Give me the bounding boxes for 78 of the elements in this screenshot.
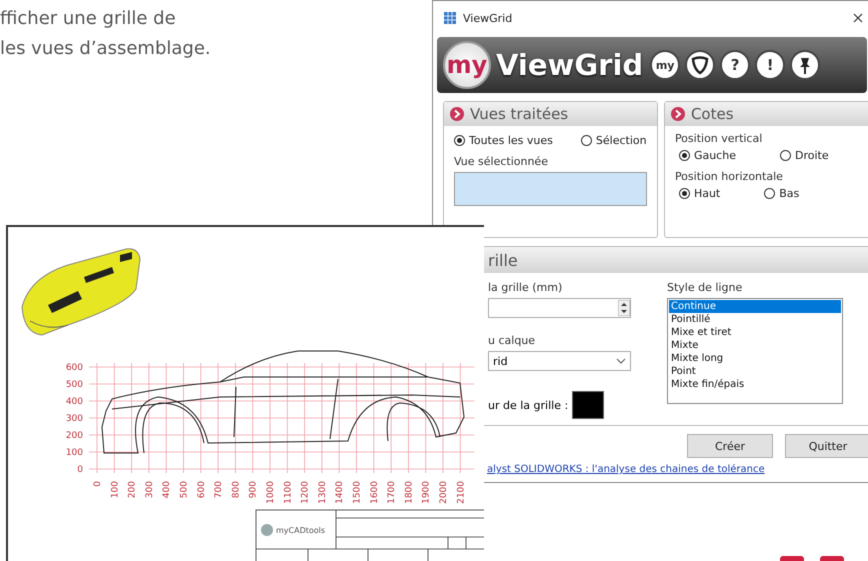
field-label: u calque — [488, 334, 536, 347]
axis-label: 600 — [196, 481, 207, 498]
group-title: rille — [488, 250, 518, 270]
radio-button[interactable]: Sélection — [580, 134, 647, 147]
list-item[interactable]: Mixte — [669, 339, 841, 352]
list-item[interactable]: Pointillé — [669, 313, 841, 326]
list-item[interactable]: Mixte fin/épais — [669, 378, 841, 391]
field-label: Vue sélectionnée — [454, 155, 549, 168]
axis-label: 0 — [93, 481, 103, 487]
axis-label: 200 — [128, 481, 138, 498]
logo-icon — [261, 524, 273, 536]
dropdown[interactable]: rid — [488, 351, 631, 371]
axis-label: 1600 — [370, 481, 380, 504]
axis-label: 600 — [66, 363, 83, 373]
group-title: Cotes — [690, 105, 734, 123]
spin-field[interactable] — [488, 298, 631, 318]
axis-label: 300 — [66, 414, 83, 424]
axis-label: 500 — [66, 380, 83, 390]
axis-label: 800 — [231, 481, 242, 498]
axis-label: 400 — [66, 397, 83, 407]
chevron-down-icon — [616, 358, 626, 364]
dialog-button[interactable]: Créer — [687, 434, 773, 458]
radio-button[interactable]: Gauche — [678, 149, 736, 162]
toolbar-button[interactable]: my — [650, 50, 680, 80]
axis-label: 700 — [214, 481, 224, 498]
link[interactable]: alyst SOLIDWORKS : l'analyse des chaines de tolérance — [487, 464, 868, 475]
radio-button[interactable]: Bas — [764, 187, 800, 200]
axis-label: 1400 — [335, 481, 346, 504]
spin-arrows-icon[interactable] — [618, 300, 630, 316]
axis-label: 1900 — [422, 481, 432, 504]
banner-title: ViewGrid — [496, 48, 644, 82]
axis-label: 0 — [77, 465, 83, 475]
intro-text: fficher une grille de — [0, 7, 177, 31]
logo: my — [443, 41, 491, 89]
list-box[interactable]: Continue Pointillé Mixe et tiret Mixte Mixte long Point Mixte fin/épais — [667, 298, 843, 404]
axis-label: 1100 — [283, 481, 294, 504]
brand-name: myCADtools — [276, 526, 326, 535]
axis-label: 1200 — [300, 481, 311, 504]
list-item[interactable]: Mixte long — [669, 352, 841, 365]
input-field[interactable] — [454, 172, 647, 206]
field-label: Style de ligne — [667, 281, 744, 294]
radio-button[interactable]: Droite — [780, 149, 829, 162]
field-label: ur de la grille : — [488, 398, 568, 412]
radio-button[interactable]: Haut — [678, 187, 720, 200]
axis-label: 2100 — [456, 481, 466, 504]
intro-text: les vues d’assemblage. — [0, 37, 211, 61]
chevron-icon — [670, 107, 685, 121]
field-label: Position horizontale — [674, 170, 784, 183]
axis-label: 200 — [66, 431, 83, 441]
toolbar-button[interactable]: ! — [755, 50, 786, 80]
axis-label: 1700 — [387, 481, 398, 504]
list-item[interactable]: Continue — [669, 300, 841, 313]
pin-icon[interactable] — [790, 50, 820, 80]
app-icon — [443, 11, 457, 25]
group-title: Vues traitées — [470, 105, 568, 123]
list-item[interactable]: Point — [669, 365, 841, 378]
axis-label: 100 — [66, 448, 83, 458]
axis-label: 1800 — [404, 481, 414, 504]
dialog-button[interactable]: Quitter — [785, 434, 868, 458]
axis-label: 1500 — [352, 481, 362, 504]
axis-label: 1000 — [266, 481, 276, 504]
axis-label: 1300 — [318, 481, 328, 504]
field-label: la grille (mm) — [488, 281, 564, 294]
field-label: Position vertical — [674, 132, 764, 145]
axis-label: 500 — [180, 481, 190, 498]
radio-button[interactable]: Toutes les vues — [454, 134, 553, 147]
chevron-icon — [450, 107, 464, 121]
close-icon[interactable] — [853, 13, 863, 23]
axis-label: 100 — [110, 481, 120, 498]
axis-label: 400 — [162, 481, 172, 498]
color-swatch[interactable] — [572, 391, 604, 419]
shield-icon[interactable] — [685, 50, 716, 80]
axis-label: 300 — [144, 481, 155, 498]
window-title: ViewGrid — [463, 12, 514, 24]
axis-label: 900 — [248, 481, 259, 498]
axis-label: 2000 — [439, 481, 449, 504]
toolbar-button[interactable]: ? — [720, 50, 750, 80]
list-item[interactable]: Mixe et tiret — [669, 326, 841, 339]
